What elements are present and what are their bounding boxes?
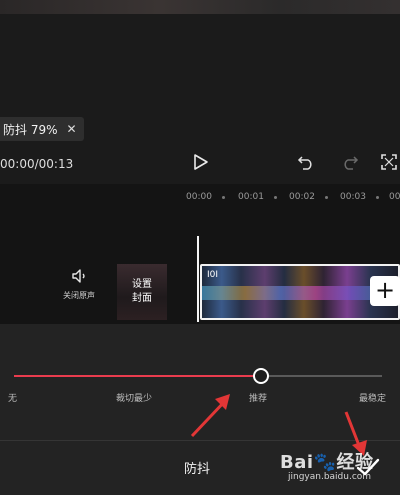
fullscreen-icon[interactable]	[380, 153, 398, 171]
close-icon[interactable]: ✕	[67, 122, 77, 136]
video-preview-strip	[0, 0, 400, 14]
ruler-tick: 00:02	[289, 192, 315, 202]
ruler-dot	[274, 196, 277, 199]
annotation-arrow-icon	[190, 394, 230, 438]
redo-icon[interactable]	[341, 154, 359, 170]
level-label-min-crop[interactable]: 裁切最少	[116, 391, 152, 404]
ruler-tick: 00:03	[340, 192, 366, 202]
panel-title: 防抖	[184, 462, 211, 477]
stabilize-progress-toast: 防抖 79% ✕	[0, 117, 84, 141]
level-label-most-stable[interactable]: 最稳定	[359, 391, 386, 404]
cover-label-line2: 封面	[132, 293, 152, 304]
watermark-brand: Bai	[280, 452, 314, 473]
stabilize-slider-track[interactable]	[14, 375, 382, 377]
baidu-watermark-logo: Bai🐾经验	[280, 448, 373, 474]
stabilize-progress-text: 防抖 79%	[3, 122, 58, 137]
ruler-tick: 00:00	[186, 192, 212, 202]
watermark-brand2: 经验	[336, 452, 374, 473]
stabilize-slider-knob[interactable]	[252, 368, 269, 384]
ruler-dot	[222, 196, 225, 199]
ruler-tick: 00:0	[389, 192, 400, 202]
mute-label: 关闭原声	[63, 291, 95, 300]
level-label-none[interactable]: 无	[8, 391, 17, 404]
clip-label: I0I	[207, 270, 219, 280]
set-cover-button[interactable]: 设置 封面	[117, 264, 167, 320]
watermark-url: jingyan.baidu.com	[288, 472, 372, 482]
mute-original-audio-button[interactable]: 关闭原声	[58, 268, 100, 301]
paw-icon: 🐾	[313, 452, 337, 473]
timeline-ruler: 00:00 00:01 00:02 00:03 00:0	[0, 192, 400, 204]
speaker-icon	[72, 269, 85, 283]
ruler-dot	[376, 196, 379, 199]
undo-icon[interactable]	[297, 154, 315, 170]
ruler-dot	[325, 196, 328, 199]
clip-thumbnail-band	[202, 286, 398, 300]
cover-label-line1: 设置	[132, 279, 152, 290]
playback-time: 00:00/00:13	[0, 157, 74, 171]
ruler-tick: 00:01	[238, 192, 264, 202]
level-label-recommended[interactable]: 推荐	[249, 391, 267, 404]
playhead[interactable]	[197, 236, 199, 322]
play-icon[interactable]	[191, 153, 209, 171]
add-clip-button[interactable]: +	[370, 276, 400, 306]
stabilize-slider-fill	[14, 375, 261, 377]
